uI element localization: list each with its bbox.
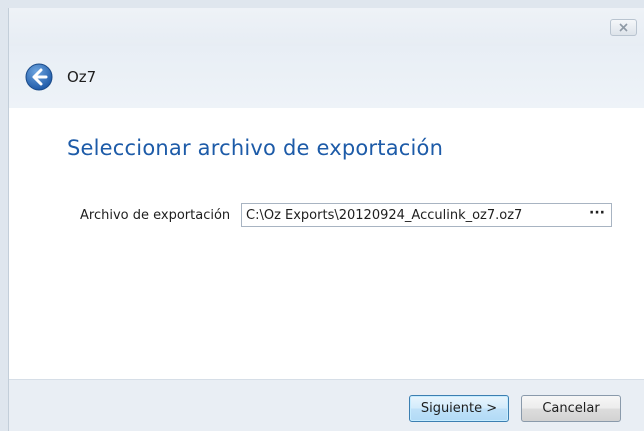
page-title: Seleccionar archivo de exportación [67, 136, 444, 160]
next-button[interactable]: Siguiente > [409, 395, 509, 422]
back-arrow-icon [25, 63, 53, 91]
export-file-path: C:\Oz Exports\20120924_Acculink_oz7.oz7 [246, 208, 523, 223]
close-button[interactable] [610, 19, 637, 36]
wizard-window: Oz7 Seleccionar archivo de exportación A… [8, 8, 644, 431]
wizard-header: Oz7 [9, 46, 644, 108]
title-bar [9, 8, 644, 46]
close-icon [619, 23, 628, 32]
export-file-label: Archivo de exportación [80, 208, 231, 223]
back-button[interactable] [25, 63, 53, 91]
export-file-input[interactable]: C:\Oz Exports\20120924_Acculink_oz7.oz7 … [241, 203, 612, 227]
wizard-footer: Siguiente > Cancelar [9, 379, 644, 431]
cancel-button[interactable]: Cancelar [521, 395, 621, 422]
browse-button[interactable]: ··· [589, 205, 605, 221]
wizard-app-title: Oz7 [67, 68, 97, 86]
